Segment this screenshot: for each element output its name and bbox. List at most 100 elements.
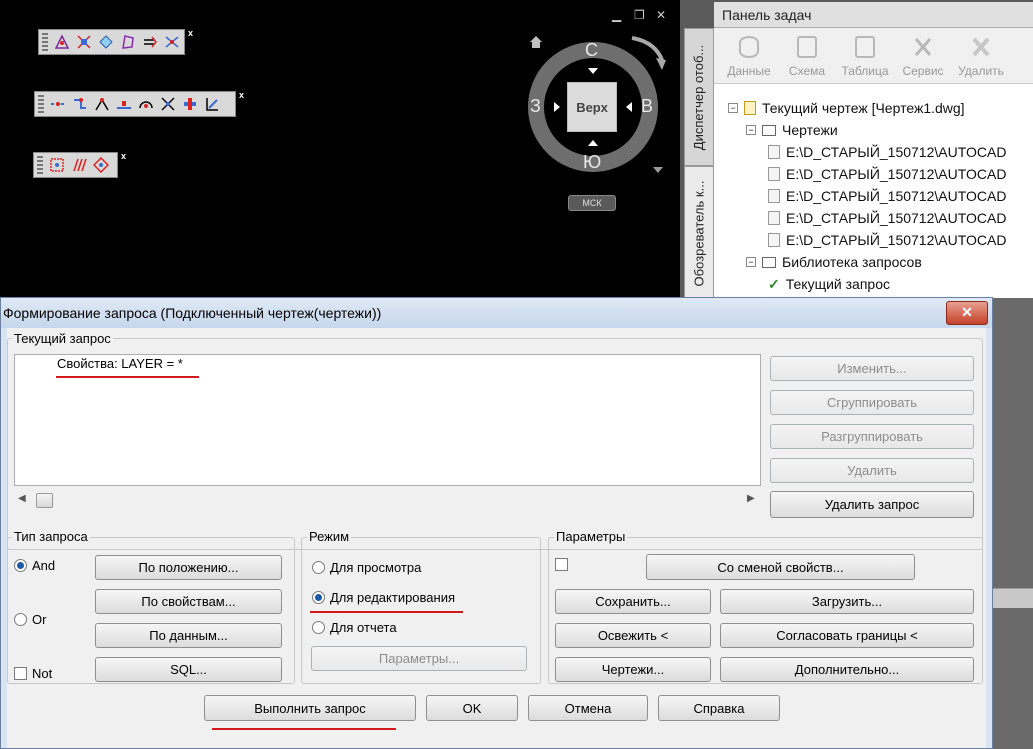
restore-icon[interactable]: ❐ (634, 8, 645, 22)
map-explorer-tree: − Текущий чертеж [Чертеж1.dwg] − Чертежи E… (714, 84, 1033, 298)
or-radio[interactable]: Or (14, 612, 46, 627)
property-button[interactable]: По свойствам... (95, 589, 282, 614)
mode-params-button[interactable]: Параметры... (311, 646, 527, 671)
map-toolbar-2[interactable]: x (34, 90, 244, 117)
sql-button[interactable]: SQL... (95, 657, 282, 682)
and-radio[interactable]: And (14, 558, 55, 573)
viewcube-top-face[interactable]: Верх (567, 82, 617, 132)
location-button[interactable]: По положению... (95, 555, 282, 580)
map-icon-8[interactable] (69, 94, 91, 114)
map-icon-2[interactable] (73, 32, 95, 52)
dialog-title: Формирование запроса (Подключенный черте… (1, 298, 992, 328)
tree-drawing-item[interactable]: E:\D_СТАРЫЙ_150712\AUTOCAD (768, 163, 1006, 185)
map-icon-9[interactable] (91, 94, 113, 114)
cancel-button[interactable]: Отмена (528, 695, 648, 721)
map-icon-1[interactable] (51, 32, 73, 52)
query-check-icon: ✓ (768, 275, 780, 292)
collapse-icon[interactable]: − (746, 125, 756, 135)
tree-drawing-item[interactable]: E:\D_СТАРЫЙ_150712\AUTOCAD (768, 229, 1006, 251)
map-icon-11[interactable] (135, 94, 157, 114)
toolbar-grip[interactable] (38, 95, 44, 113)
map-icon-12[interactable] (157, 94, 179, 114)
group-button[interactable]: Сгруппировать (770, 390, 974, 415)
delete-button[interactable]: Удалить (770, 458, 974, 483)
map-icon-5[interactable] (139, 32, 161, 52)
change-props-button[interactable]: Со сменой свойств... (646, 554, 915, 580)
toolbar-close-icon[interactable]: x (187, 28, 193, 38)
ucs-menu[interactable]: МСК (568, 195, 616, 211)
help-button[interactable]: Справка (658, 695, 780, 721)
ungroup-button[interactable]: Разгруппировать (770, 424, 974, 449)
map-icon-3[interactable] (95, 32, 117, 52)
map-icon-4[interactable] (117, 32, 139, 52)
not-checkbox[interactable]: Not (14, 666, 52, 681)
tree-root[interactable]: − Текущий чертеж [Чертеж1.dwg] (728, 97, 965, 119)
service-tool[interactable]: Сервис (894, 28, 952, 83)
tree-drawing-item[interactable]: E:\D_СТАРЫЙ_150712\AUTOCAD (768, 141, 1006, 163)
additional-button[interactable]: Дополнительно... (720, 657, 974, 682)
compass-west[interactable]: З (530, 96, 541, 117)
data-tool[interactable]: Данные (720, 28, 778, 83)
map-toolbar-3[interactable]: x (33, 151, 126, 178)
tree-current-query[interactable]: ✓ Текущий запрос (768, 273, 890, 295)
database-icon (739, 36, 759, 58)
scroll-left-icon[interactable]: ◀ (18, 493, 26, 504)
preview-radio[interactable]: Для просмотра (312, 560, 421, 575)
toolbar-grip[interactable] (42, 33, 48, 51)
ok-button[interactable]: OK (426, 695, 518, 721)
schema-tool[interactable]: Схема (778, 28, 836, 83)
map-icon-7[interactable] (47, 94, 69, 114)
task-panel: Диспетчер отоб... Обозреватель к... Пане… (680, 0, 1033, 300)
map-toolbar-1[interactable]: x (38, 28, 193, 55)
compass-south[interactable]: Ю (583, 152, 601, 173)
radio-selected-icon (312, 591, 325, 604)
tree-query-library[interactable]: − Библиотека запросов (746, 251, 922, 273)
close-icon[interactable]: ✕ (656, 8, 666, 22)
save-button[interactable]: Сохранить... (555, 589, 711, 614)
edit-radio[interactable]: Для редактирования (312, 590, 455, 605)
map-icon-15[interactable] (46, 155, 68, 175)
map-icon-16[interactable] (68, 155, 90, 175)
tab-map-explorer[interactable]: Обозреватель к... (684, 166, 714, 300)
horizontal-scrollbar[interactable]: ◀ ▶ (14, 492, 761, 510)
toolbar-grip[interactable] (37, 156, 43, 174)
report-radio[interactable]: Для отчета (312, 620, 397, 635)
map-icon-6[interactable] (161, 32, 183, 52)
dialog-close-button[interactable]: ✕ (946, 301, 988, 325)
execute-query-button[interactable]: Выполнить запрос (204, 695, 416, 721)
map-icon-17[interactable] (90, 155, 112, 175)
match-bounds-button[interactable]: Согласовать границы < (720, 623, 974, 648)
refresh-button[interactable]: Освежить < (555, 623, 711, 648)
delete-icon (971, 36, 991, 58)
compass-east[interactable]: В (641, 96, 653, 117)
tree-drawing-item[interactable]: E:\D_СТАРЫЙ_150712\AUTOCAD (768, 207, 1006, 229)
toolbar-close-icon[interactable]: x (120, 151, 126, 161)
collapse-icon[interactable]: − (746, 257, 756, 267)
data-button[interactable]: По данным... (95, 623, 282, 648)
tree-drawings-folder[interactable]: − Чертежи (746, 119, 838, 141)
checkbox-icon (555, 558, 568, 571)
delete-tool[interactable]: Удалить (952, 28, 1010, 83)
compass-north[interactable]: С (585, 40, 598, 61)
change-props-checkbox[interactable] (555, 558, 573, 571)
minimize-icon[interactable]: ▁ (612, 8, 621, 22)
query-dialog: Формирование запроса (Подключенный черте… (0, 297, 993, 749)
annotation-underline (56, 376, 199, 378)
collapse-icon[interactable]: − (728, 103, 738, 113)
delete-query-button[interactable]: Удалить запрос (770, 491, 974, 518)
map-icon-10[interactable] (113, 94, 135, 114)
map-icon-13[interactable] (179, 94, 201, 114)
scroll-thumb[interactable] (36, 493, 53, 508)
tree-drawing-item[interactable]: E:\D_СТАРЫЙ_150712\AUTOCAD (768, 185, 1006, 207)
table-tool[interactable]: Таблица (836, 28, 894, 83)
tab-display-manager[interactable]: Диспетчер отоб... (684, 28, 714, 166)
drawings-button[interactable]: Чертежи... (555, 657, 711, 682)
scroll-right-icon[interactable]: ▶ (747, 493, 755, 504)
drawing-viewport[interactable]: ▁ ❐ ✕ x x x Верх С Ю З В МСК (0, 0, 680, 298)
schema-icon (797, 36, 817, 58)
query-text-area[interactable]: Свойства: LAYER = * (14, 354, 761, 486)
map-icon-14[interactable] (201, 94, 223, 114)
edit-button[interactable]: Изменить... (770, 356, 974, 381)
toolbar-close-icon[interactable]: x (238, 90, 244, 100)
load-button[interactable]: Загрузить... (720, 589, 974, 614)
